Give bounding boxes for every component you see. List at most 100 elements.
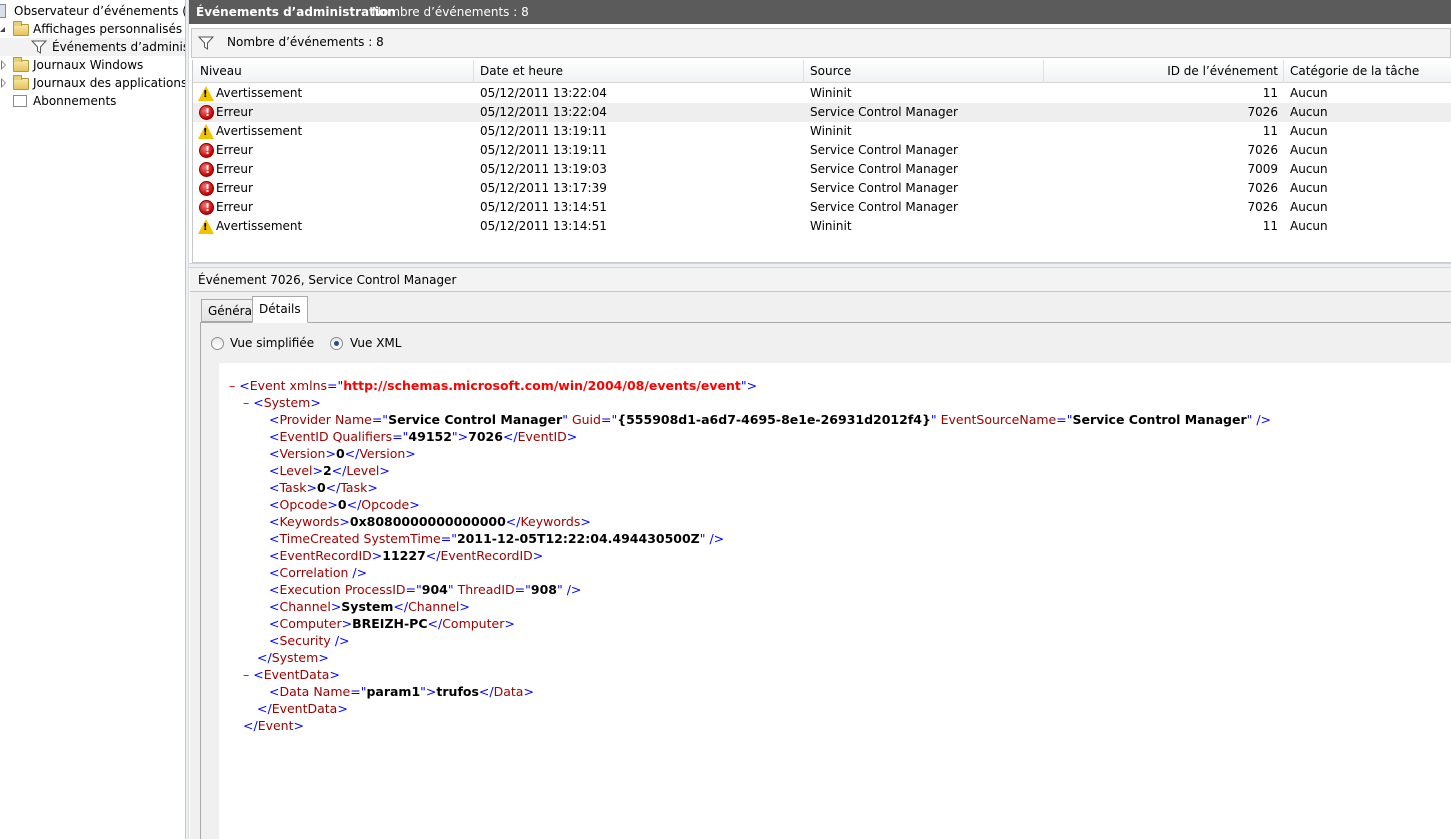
column-header-level[interactable]: Niveau: [193, 60, 474, 83]
error-icon: [199, 143, 214, 158]
vertical-splitter[interactable]: [185, 0, 189, 839]
xml-line-security: <Security />: [269, 633, 350, 648]
cell-category: Aucun: [1290, 219, 1328, 233]
cell-date: 05/12/2011 13:22:04: [480, 86, 607, 100]
xml-line-event-close: </Event>: [243, 718, 304, 733]
cell-event-id: 7026: [1247, 105, 1278, 119]
cell-source: Service Control Manager: [810, 200, 958, 214]
cell-source: Service Control Manager: [810, 162, 958, 176]
tree-item-label: Journaux des applications et de services: [33, 76, 185, 90]
xml-line-system: – <System>: [243, 395, 321, 410]
cell-date: 05/12/2011 13:19:11: [480, 143, 607, 157]
cell-source: Service Control Manager: [810, 181, 958, 195]
folder-icon: [13, 21, 29, 36]
radio-xml-view[interactable]: [330, 337, 343, 350]
cell-category: Aucun: [1290, 181, 1328, 195]
folder-icon: [13, 57, 29, 72]
collapse-icon[interactable]: –: [229, 378, 235, 393]
tree-item-label: Journaux Windows: [33, 58, 144, 72]
xml-line-eventid: <EventID Qualifiers="49152">7026</EventI…: [269, 429, 578, 444]
details-tab-body: Vue simplifiée Vue XML – <Event xmlns="h…: [200, 322, 1451, 839]
cell-level: Erreur: [216, 162, 253, 176]
table-row[interactable]: Erreur 05/12/2011 13:14:51 Service Contr…: [193, 198, 1451, 217]
tree-item-admin-events[interactable]: Événements d’administration: [0, 38, 185, 56]
cell-date: 05/12/2011 13:14:51: [480, 200, 607, 214]
cell-level: Erreur: [216, 105, 253, 119]
tree-item-subscriptions[interactable]: Abonnements: [0, 92, 185, 110]
cell-event-id: 11: [1262, 86, 1278, 100]
xml-line-system-close: </System>: [257, 650, 329, 665]
tree-item-label: Affichages personnalisés: [33, 22, 183, 36]
tab-details[interactable]: Détails: [252, 296, 308, 323]
cell-event-id: 7026: [1247, 181, 1278, 195]
table-row[interactable]: Avertissement 05/12/2011 13:19:11 Winini…: [193, 122, 1451, 141]
cell-category: Aucun: [1290, 162, 1328, 176]
expand-closed-icon[interactable]: [1, 78, 6, 88]
tree-item-app-logs[interactable]: Journaux des applications et de services: [0, 74, 185, 92]
warning-icon: [198, 86, 214, 101]
warning-icon: [198, 219, 214, 234]
detail-pane: Général Détails Vue simplifiée Vue XML –…: [190, 292, 1451, 839]
expand-open-icon[interactable]: [0, 27, 5, 32]
table-row[interactable]: Erreur 05/12/2011 13:19:11 Service Contr…: [193, 141, 1451, 160]
radio-xml-view-label[interactable]: Vue XML: [350, 334, 401, 352]
expand-closed-icon[interactable]: [1, 60, 6, 70]
cell-category: Aucun: [1290, 105, 1328, 119]
navigation-tree: Observateur d’événements (Local) Afficha…: [0, 0, 185, 839]
column-headers: Niveau Date et heure Source ID de l’évén…: [193, 60, 1451, 83]
table-row[interactable]: Erreur 05/12/2011 13:22:04 Service Contr…: [193, 103, 1451, 122]
cell-source: Wininit: [810, 219, 852, 233]
tree-item-label: Abonnements: [33, 94, 117, 108]
pane-title: Événements d’administration: [196, 5, 396, 19]
error-icon: [199, 181, 214, 196]
pane-title-bar: Événements d’administration Nombre d’évé…: [189, 0, 1451, 24]
cell-event-id: 11: [1262, 219, 1278, 233]
radio-simple-view-label[interactable]: Vue simplifiée: [230, 334, 314, 352]
column-header-category[interactable]: Catégorie de la tâche: [1283, 60, 1451, 83]
table-row[interactable]: Erreur 05/12/2011 13:17:39 Service Contr…: [193, 179, 1451, 198]
cell-category: Aucun: [1290, 124, 1328, 138]
cell-level: Erreur: [216, 181, 253, 195]
column-header-date[interactable]: Date et heure: [473, 60, 804, 83]
xml-line-task: <Task>0</Task>: [269, 480, 378, 495]
collapse-icon[interactable]: –: [243, 667, 249, 682]
filter-bar: Nombre d’événements : 8: [191, 28, 1451, 58]
xml-view: – <Event xmlns="http://schemas.microsoft…: [219, 363, 1451, 839]
tree-item-custom-views[interactable]: Affichages personnalisés: [0, 20, 185, 38]
cell-source: Wininit: [810, 86, 852, 100]
cell-source: Wininit: [810, 124, 852, 138]
cell-category: Aucun: [1290, 86, 1328, 100]
cell-date: 05/12/2011 13:19:11: [480, 124, 607, 138]
error-icon: [199, 105, 214, 120]
error-icon: [199, 162, 214, 177]
collapse-icon[interactable]: –: [243, 395, 249, 410]
cell-level: Erreur: [216, 143, 253, 157]
column-header-event-id[interactable]: ID de l’événement: [1043, 60, 1284, 83]
xml-line-version: <Version>0</Version>: [269, 446, 416, 461]
cell-level: Avertissement: [216, 219, 303, 233]
filter-icon[interactable]: [198, 36, 214, 50]
xml-line-recordid: <EventRecordID>11227</EventRecordID>: [269, 548, 544, 563]
table-row[interactable]: Erreur 05/12/2011 13:19:03 Service Contr…: [193, 160, 1451, 179]
cell-level: Avertissement: [216, 86, 303, 100]
column-header-source[interactable]: Source: [803, 60, 1044, 83]
tree-item-root[interactable]: Observateur d’événements (Local): [0, 2, 185, 20]
table-row[interactable]: Avertissement 05/12/2011 13:14:51 Winini…: [193, 217, 1451, 236]
xml-line-level: <Level>2</Level>: [269, 463, 390, 478]
filter-icon: [31, 40, 47, 54]
xml-line-computer: <Computer>BREIZH-PC</Computer>: [269, 616, 515, 631]
radio-simple-view[interactable]: [211, 337, 224, 350]
event-count: Nombre d’événements : 8: [372, 5, 529, 19]
cell-category: Aucun: [1290, 143, 1328, 157]
error-icon: [199, 200, 214, 215]
xml-line-eventdata-close: </EventData>: [257, 701, 348, 716]
xml-line-opcode: <Opcode>0</Opcode>: [269, 497, 420, 512]
xml-line-keywords: <Keywords>0x8080000000000000</Keywords>: [269, 514, 591, 529]
cell-level: Avertissement: [216, 124, 303, 138]
tree-item-windows-logs[interactable]: Journaux Windows: [0, 56, 185, 74]
tree-item-label: Événements d’administration: [52, 40, 185, 54]
table-row[interactable]: Avertissement 05/12/2011 13:22:04 Winini…: [193, 84, 1451, 103]
cell-event-id: 7026: [1247, 143, 1278, 157]
filter-count-label: Nombre d’événements : 8: [227, 35, 384, 49]
tree-item-label: Observateur d’événements (Local): [14, 4, 185, 18]
